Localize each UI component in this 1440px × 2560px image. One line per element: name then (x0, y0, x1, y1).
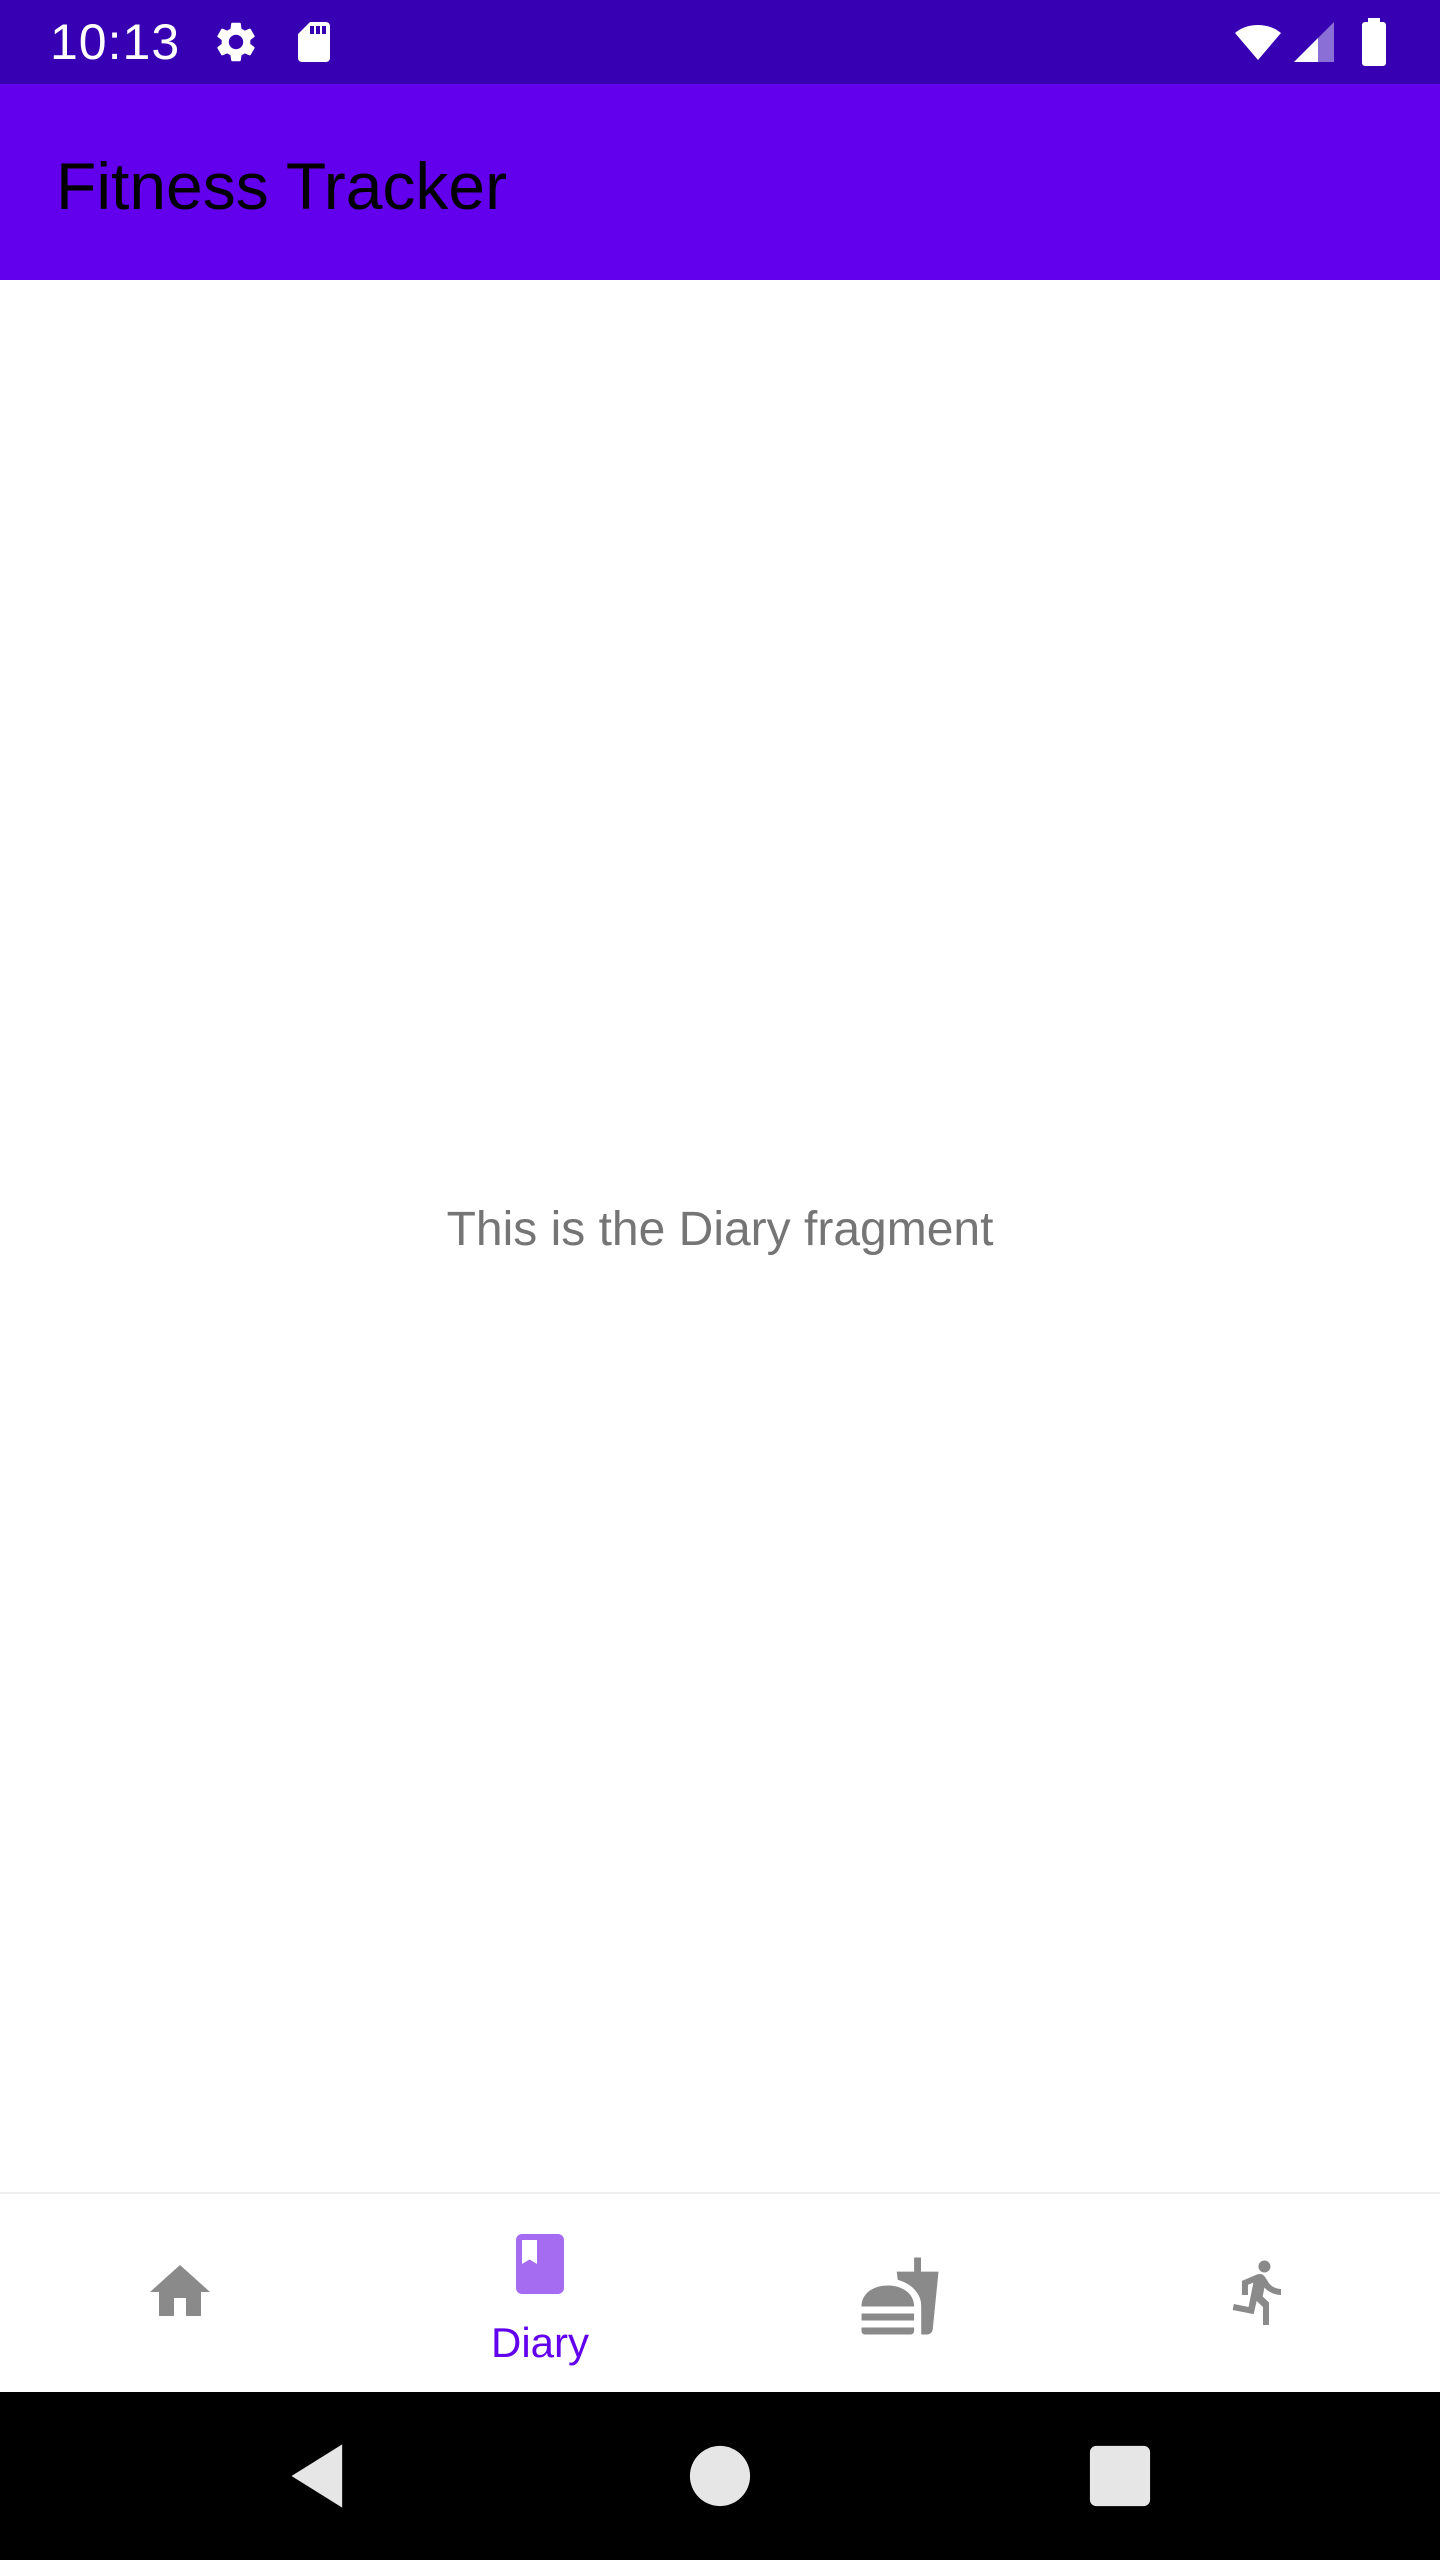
settings-icon (212, 18, 260, 66)
recents-icon[interactable] (1082, 2438, 1158, 2514)
status-bar: 10:13 (0, 0, 1440, 84)
back-icon[interactable] (282, 2438, 358, 2514)
sd-card-icon (290, 18, 338, 66)
status-time: 10:13 (50, 14, 181, 70)
fragment-message: This is the Diary fragment (446, 1203, 994, 1256)
book-icon (504, 2228, 576, 2300)
cellular-signal-icon (1290, 18, 1338, 66)
app-title: Fitness Tracker (56, 149, 508, 223)
home-icon (144, 2256, 216, 2328)
battery-icon (1352, 18, 1396, 66)
run-icon (1224, 2256, 1296, 2328)
nav-item-activity[interactable] (1080, 2194, 1440, 2392)
nav-item-diary-label: Diary (490, 2319, 589, 2366)
wifi-icon (1230, 18, 1286, 66)
nav-item-home[interactable] (0, 2194, 360, 2392)
nav-item-diary[interactable]: Diary (360, 2194, 720, 2392)
nav-item-food[interactable] (720, 2194, 1080, 2392)
bottom-navigation: Diary (0, 2192, 1440, 2392)
system-navigation-bar (0, 2392, 1440, 2560)
diary-fragment-content: This is the Diary fragment (0, 280, 1440, 2192)
fastfood-icon (858, 2254, 942, 2338)
app-bar: Fitness Tracker (0, 84, 1440, 280)
screen: 10:13 Fitness Tracker This is the Diary … (0, 0, 1440, 2560)
home-circle-icon[interactable] (682, 2438, 758, 2514)
